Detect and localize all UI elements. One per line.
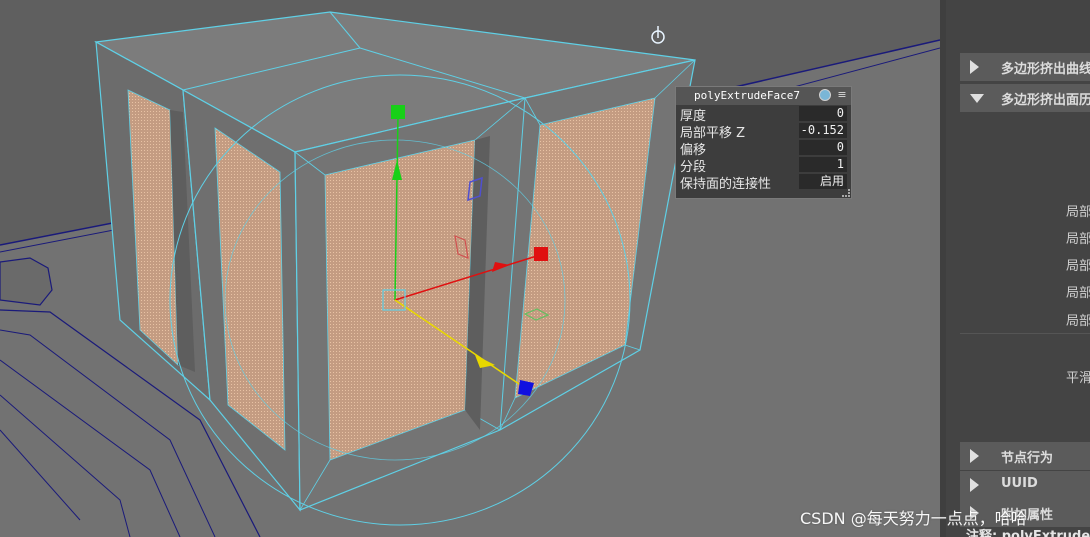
channel-row-local-translate-z[interactable]: 局部平移 Z -0.152 bbox=[676, 122, 851, 141]
section-label: 多边形挤出曲线 bbox=[1001, 62, 1090, 77]
attr-label: 局部 bbox=[1066, 232, 1090, 247]
3d-viewport[interactable]: polyExtrudeFace7 ≡ 厚度 0 局部平移 Z -0.152 偏移… bbox=[0, 0, 940, 537]
channel-row-divisions[interactable]: 分段 1 bbox=[676, 156, 851, 175]
channel-box-title: polyExtrudeFace7 bbox=[694, 89, 800, 102]
divider bbox=[960, 333, 1090, 334]
channel-row-label: 保持面的连接性 bbox=[680, 177, 772, 192]
channel-row-value[interactable]: -0.152 bbox=[799, 123, 847, 138]
section-label: 节点行为 bbox=[1001, 451, 1054, 466]
channel-box-header[interactable]: polyExtrudeFace7 ≡ bbox=[676, 87, 851, 105]
section-node-behavior[interactable]: 节点行为 bbox=[960, 442, 1090, 470]
collapse-arrow-icon[interactable] bbox=[970, 94, 984, 103]
gear-icon[interactable] bbox=[819, 89, 831, 101]
in-view-channel-box[interactable]: polyExtrudeFace7 ≡ 厚度 0 局部平移 Z -0.152 偏移… bbox=[675, 86, 852, 199]
y-axis-handle[interactable] bbox=[391, 105, 405, 119]
channel-row-keep-faces-together[interactable]: 保持面的连接性 启用 bbox=[676, 173, 851, 192]
viewport-scene bbox=[0, 0, 940, 537]
expand-arrow-icon[interactable] bbox=[970, 60, 979, 74]
section-label: 多边形挤出面历 bbox=[1001, 93, 1090, 108]
resize-grip[interactable] bbox=[842, 189, 850, 197]
expand-arrow-icon[interactable] bbox=[970, 449, 979, 463]
channel-row-offset[interactable]: 偏移 0 bbox=[676, 139, 851, 158]
attr-label: 局部 bbox=[1066, 259, 1090, 274]
channel-row-value[interactable]: 0 bbox=[799, 106, 847, 121]
channel-row-value[interactable]: 启用 bbox=[799, 174, 847, 189]
attr-label: 局部 bbox=[1066, 314, 1090, 329]
expand-arrow-icon[interactable] bbox=[970, 478, 979, 492]
channel-row-value[interactable]: 1 bbox=[799, 157, 847, 172]
section-uuid[interactable]: UUID bbox=[960, 471, 1090, 499]
channel-row-value[interactable]: 0 bbox=[799, 140, 847, 155]
section-extrude-face-history[interactable]: 多边形挤出面历 bbox=[960, 84, 1090, 112]
channel-row-thickness[interactable]: 厚度 0 bbox=[676, 105, 851, 124]
x-axis-handle[interactable] bbox=[534, 247, 548, 261]
attr-label: 平滑 bbox=[1066, 371, 1090, 386]
menu-icon[interactable]: ≡ bbox=[837, 88, 847, 102]
attr-label: 局部 bbox=[1066, 205, 1090, 220]
attr-label: 局部 bbox=[1066, 286, 1090, 301]
watermark: CSDN @每天努力一点点，哈哈 bbox=[800, 509, 1027, 528]
section-extrude-curve[interactable]: 多边形挤出曲线 bbox=[960, 53, 1090, 81]
ledge bbox=[0, 257, 53, 306]
attribute-editor: 多边形挤出曲线 多边形挤出面历 局部 局部 局部 局部 局部 平滑 节点行为 U… bbox=[946, 0, 1090, 537]
section-label: UUID bbox=[1001, 476, 1038, 491]
